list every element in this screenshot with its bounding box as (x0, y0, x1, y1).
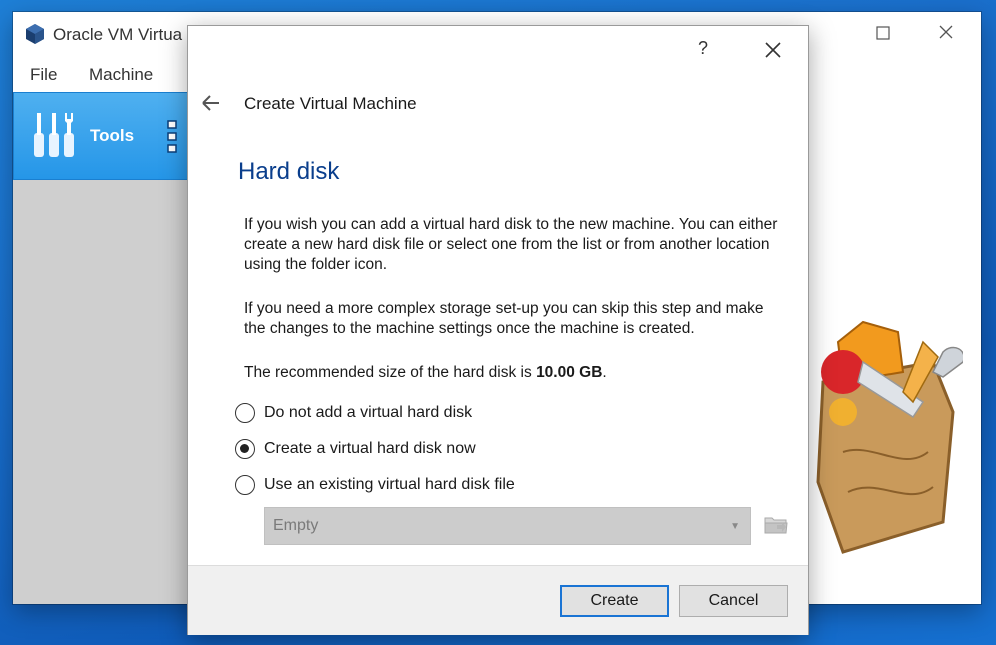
radio-button-selected[interactable] (235, 439, 255, 459)
option-create-disk[interactable]: Create a virtual hard disk now (235, 437, 635, 461)
dialog-heading: Create Virtual Machine (244, 94, 417, 113)
option-label: Do not add a virtual hard disk (264, 404, 473, 421)
help-button[interactable]: ? (691, 38, 715, 62)
close-icon[interactable] (761, 38, 785, 62)
dialog-footer: Create Cancel (188, 565, 808, 635)
close-icon (939, 25, 953, 39)
maximize-button[interactable] (868, 22, 898, 46)
virtualbox-logo-icon (26, 24, 44, 44)
window-title: Oracle VM Virtua (53, 25, 183, 44)
list-menu-icon[interactable] (166, 119, 188, 155)
back-arrow-icon[interactable] (200, 92, 222, 114)
recommended-size-value: 10.00 GB (536, 364, 603, 381)
recommended-size-text: The recommended size of the hard disk is… (244, 363, 789, 383)
combo-value: Empty (273, 517, 319, 534)
radio-button[interactable] (235, 475, 255, 495)
maximize-icon (876, 26, 890, 40)
option-no-disk[interactable]: Do not add a virtual hard disk (235, 401, 635, 425)
recommended-size-suffix: . (602, 364, 607, 381)
machine-list-panel (13, 180, 193, 604)
menu-machine[interactable]: Machine (89, 65, 153, 85)
recommended-size-prefix: The recommended size of the hard disk is (244, 364, 537, 381)
close-window-button[interactable] (931, 22, 961, 46)
toolbox-illustration (816, 320, 963, 554)
menu-file[interactable]: File (30, 65, 57, 85)
radio-button[interactable] (235, 403, 255, 423)
folder-icon (764, 517, 788, 534)
create-vm-dialog: ? Create Virtual Machine Hard disk If yo… (187, 25, 809, 635)
option-existing-disk[interactable]: Use an existing virtual hard disk file (235, 473, 635, 497)
tools-item[interactable]: Tools (13, 92, 193, 180)
create-button[interactable]: Create (560, 585, 669, 617)
description-paragraph-2: If you need a more complex storage set-u… (244, 300, 764, 337)
tools-icon (34, 113, 74, 157)
option-label: Use an existing virtual hard disk file (264, 476, 515, 493)
disk-file-combo: Empty ▼ (264, 507, 751, 545)
tools-label: Tools (90, 126, 135, 145)
option-label: Create a virtual hard disk now (264, 440, 476, 457)
section-title: Hard disk (238, 158, 340, 185)
description-paragraph-1: If you wish you can add a virtual hard d… (244, 216, 778, 273)
chevron-down-icon: ▼ (730, 521, 740, 532)
cancel-button[interactable]: Cancel (679, 585, 788, 617)
